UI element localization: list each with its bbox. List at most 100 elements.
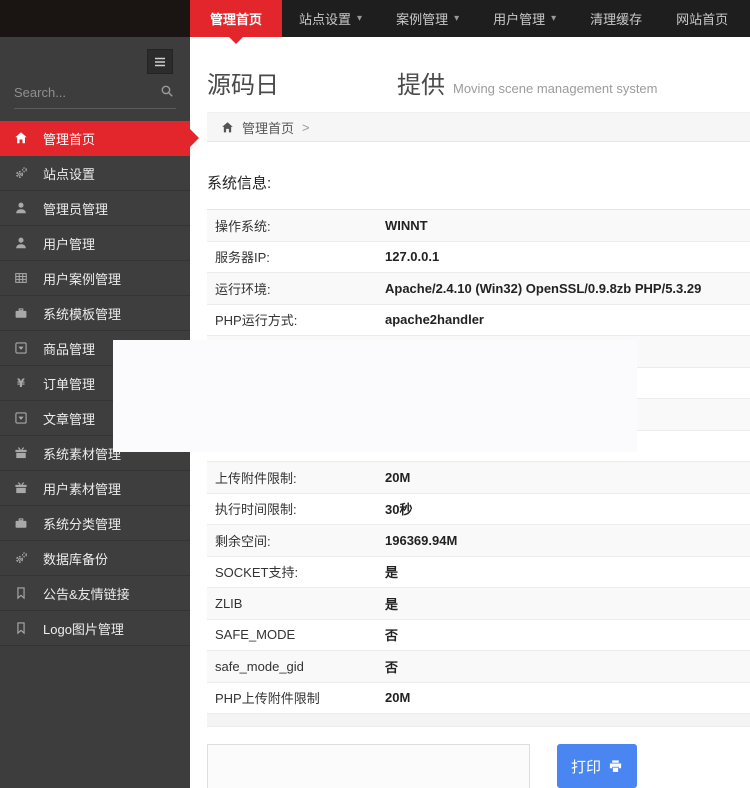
sidebar-item-label: 站点设置 (43, 164, 95, 183)
gears-icon (14, 166, 32, 180)
bookmark-icon (14, 586, 32, 600)
gift-icon (14, 481, 32, 495)
sidebar-item-label: 系统素材管理 (43, 444, 121, 463)
sidebar-item-label: Logo图片管理 (43, 619, 124, 638)
table-row: PHP上传附件限制20M (207, 683, 750, 715)
nav-tab-label: 站点设置 (299, 9, 351, 28)
sidebar-item-13[interactable]: 公告&友情链接 (0, 576, 190, 611)
sidebar-item-1[interactable]: 站点设置 (0, 156, 190, 191)
row-label: SOCKET支持: (207, 562, 385, 581)
sidebar-item-label: 公告&友情链接 (43, 584, 130, 603)
row-label: 剩余空间: (207, 531, 385, 550)
censored-watermark (279, 59, 397, 93)
navbar-search-icon[interactable] (745, 0, 750, 37)
top-navbar: 管理首页站点设置▾案例管理▾用户管理▾清理缓存网站首页 (0, 0, 750, 37)
home-icon (14, 131, 32, 145)
briefcase-icon (14, 516, 32, 530)
gears-icon (14, 551, 32, 565)
row-value: 否 (385, 657, 398, 676)
sidebar-item-label: 管理员管理 (43, 199, 108, 218)
sidebar-item-label: 系统分类管理 (43, 514, 121, 533)
table-row: SAFE_MODE否 (207, 620, 750, 652)
sidebar-item-label: 系统模板管理 (43, 304, 121, 323)
row-value: 20M (385, 690, 410, 705)
row-value: 是 (385, 594, 398, 613)
nav-tab-label: 清理缓存 (590, 9, 642, 28)
sidebar-search-input[interactable] (14, 85, 154, 100)
navbar-tabs: 管理首页站点设置▾案例管理▾用户管理▾清理缓存网站首页 (190, 0, 745, 37)
sidebar-item-2[interactable]: 管理员管理 (0, 191, 190, 226)
svg-text:¥: ¥ (17, 376, 25, 390)
table-row: ZLIB是 (207, 588, 750, 620)
nav-tab-label: 案例管理 (396, 9, 448, 28)
sidebar-search (14, 80, 176, 109)
nav-tab-label: 管理首页 (210, 9, 262, 28)
row-value: 196369.94M (385, 533, 457, 548)
sidebar-item-label: 用户素材管理 (43, 479, 121, 498)
sidebar-item-label: 订单管理 (43, 374, 95, 393)
menu-toggle-button[interactable] (147, 49, 173, 74)
nav-tab-label: 网站首页 (676, 9, 728, 28)
nav-tab-3[interactable]: 用户管理▾ (476, 0, 573, 37)
table-row: PHP运行方式:apache2handler (207, 305, 750, 337)
row-label: 运行环境: (207, 279, 385, 298)
user-icon (14, 236, 32, 250)
print-content-box[interactable] (207, 744, 530, 788)
row-value: 否 (385, 625, 398, 644)
table-footer-strip (207, 714, 750, 727)
sidebar-item-12[interactable]: 数据库备份 (0, 541, 190, 576)
sidebar-item-11[interactable]: 系统分类管理 (0, 506, 190, 541)
page-title: 源码日 提供 Moving scene management system (207, 59, 750, 100)
nav-tab-4[interactable]: 清理缓存 (573, 0, 659, 37)
table-row: 剩余空间:196369.94M (207, 525, 750, 557)
sidebar-item-10[interactable]: 用户素材管理 (0, 471, 190, 506)
chevron-down-icon: ▾ (551, 13, 556, 24)
nav-tab-1[interactable]: 站点设置 ▾ (282, 0, 379, 37)
sidebar-item-4[interactable]: 用户案例管理 (0, 261, 190, 296)
sidebar-item-label: 用户管理 (43, 234, 95, 253)
row-value: Apache/2.4.10 (Win32) OpenSSL/0.9.8zb PH… (385, 281, 701, 296)
row-label: 上传附件限制: (207, 468, 385, 487)
table-row: 上传附件限制:20M (207, 462, 750, 494)
page-title-suffix: 提供 (397, 65, 445, 100)
row-label: 操作系统: (207, 216, 385, 235)
breadcrumb-home-link[interactable]: 管理首页 (242, 118, 294, 137)
sidebar-item-14[interactable]: Logo图片管理 (0, 611, 190, 646)
table-row: 操作系统:WINNT (207, 210, 750, 242)
row-label: PHP运行方式: (207, 310, 385, 329)
chevron-down-icon: ▾ (357, 13, 362, 24)
sidebar-item-label: 管理首页 (43, 129, 95, 148)
section-title: 系统信息: (207, 172, 750, 193)
nav-tab-2[interactable]: 案例管理▾ (379, 0, 476, 37)
sidebar-item-0[interactable]: 管理首页 (0, 121, 190, 156)
page-subtitle: Moving scene management system (453, 81, 657, 96)
printer-icon (608, 759, 623, 774)
search-icon[interactable] (160, 84, 174, 98)
row-label: SAFE_MODE (207, 627, 385, 642)
table-row: safe_mode_gid否 (207, 651, 750, 683)
row-label: ZLIB (207, 596, 385, 611)
row-value: 是 (385, 562, 398, 581)
bookmark-icon (14, 621, 32, 635)
sidebar-item-3[interactable]: 用户管理 (0, 226, 190, 261)
print-button-label: 打印 (571, 756, 601, 777)
caret-square-icon (14, 411, 32, 425)
row-value: 30秒 (385, 499, 412, 518)
sidebar-item-label: 数据库备份 (43, 549, 108, 568)
nav-tab-0[interactable]: 管理首页 (190, 0, 282, 37)
caret-square-icon (14, 341, 32, 355)
page-title-prefix: 源码日 (207, 65, 279, 100)
sidebar-item-5[interactable]: 系统模板管理 (0, 296, 190, 331)
sidebar-item-label: 商品管理 (43, 339, 95, 358)
breadcrumb: 管理首页 > (207, 112, 750, 142)
censored-region (113, 340, 637, 452)
row-label: 执行时间限制: (207, 499, 385, 518)
table-icon (14, 271, 32, 285)
print-button[interactable]: 打印 (557, 744, 637, 788)
table-row: 服务器IP:127.0.0.1 (207, 242, 750, 274)
user-icon (14, 201, 32, 215)
row-value: apache2handler (385, 312, 484, 327)
nav-tab-5[interactable]: 网站首页 (659, 0, 745, 37)
home-icon[interactable] (221, 121, 234, 134)
system-info-table: 操作系统:WINNT服务器IP:127.0.0.1 运行环境:Apache/2.4… (207, 209, 750, 714)
